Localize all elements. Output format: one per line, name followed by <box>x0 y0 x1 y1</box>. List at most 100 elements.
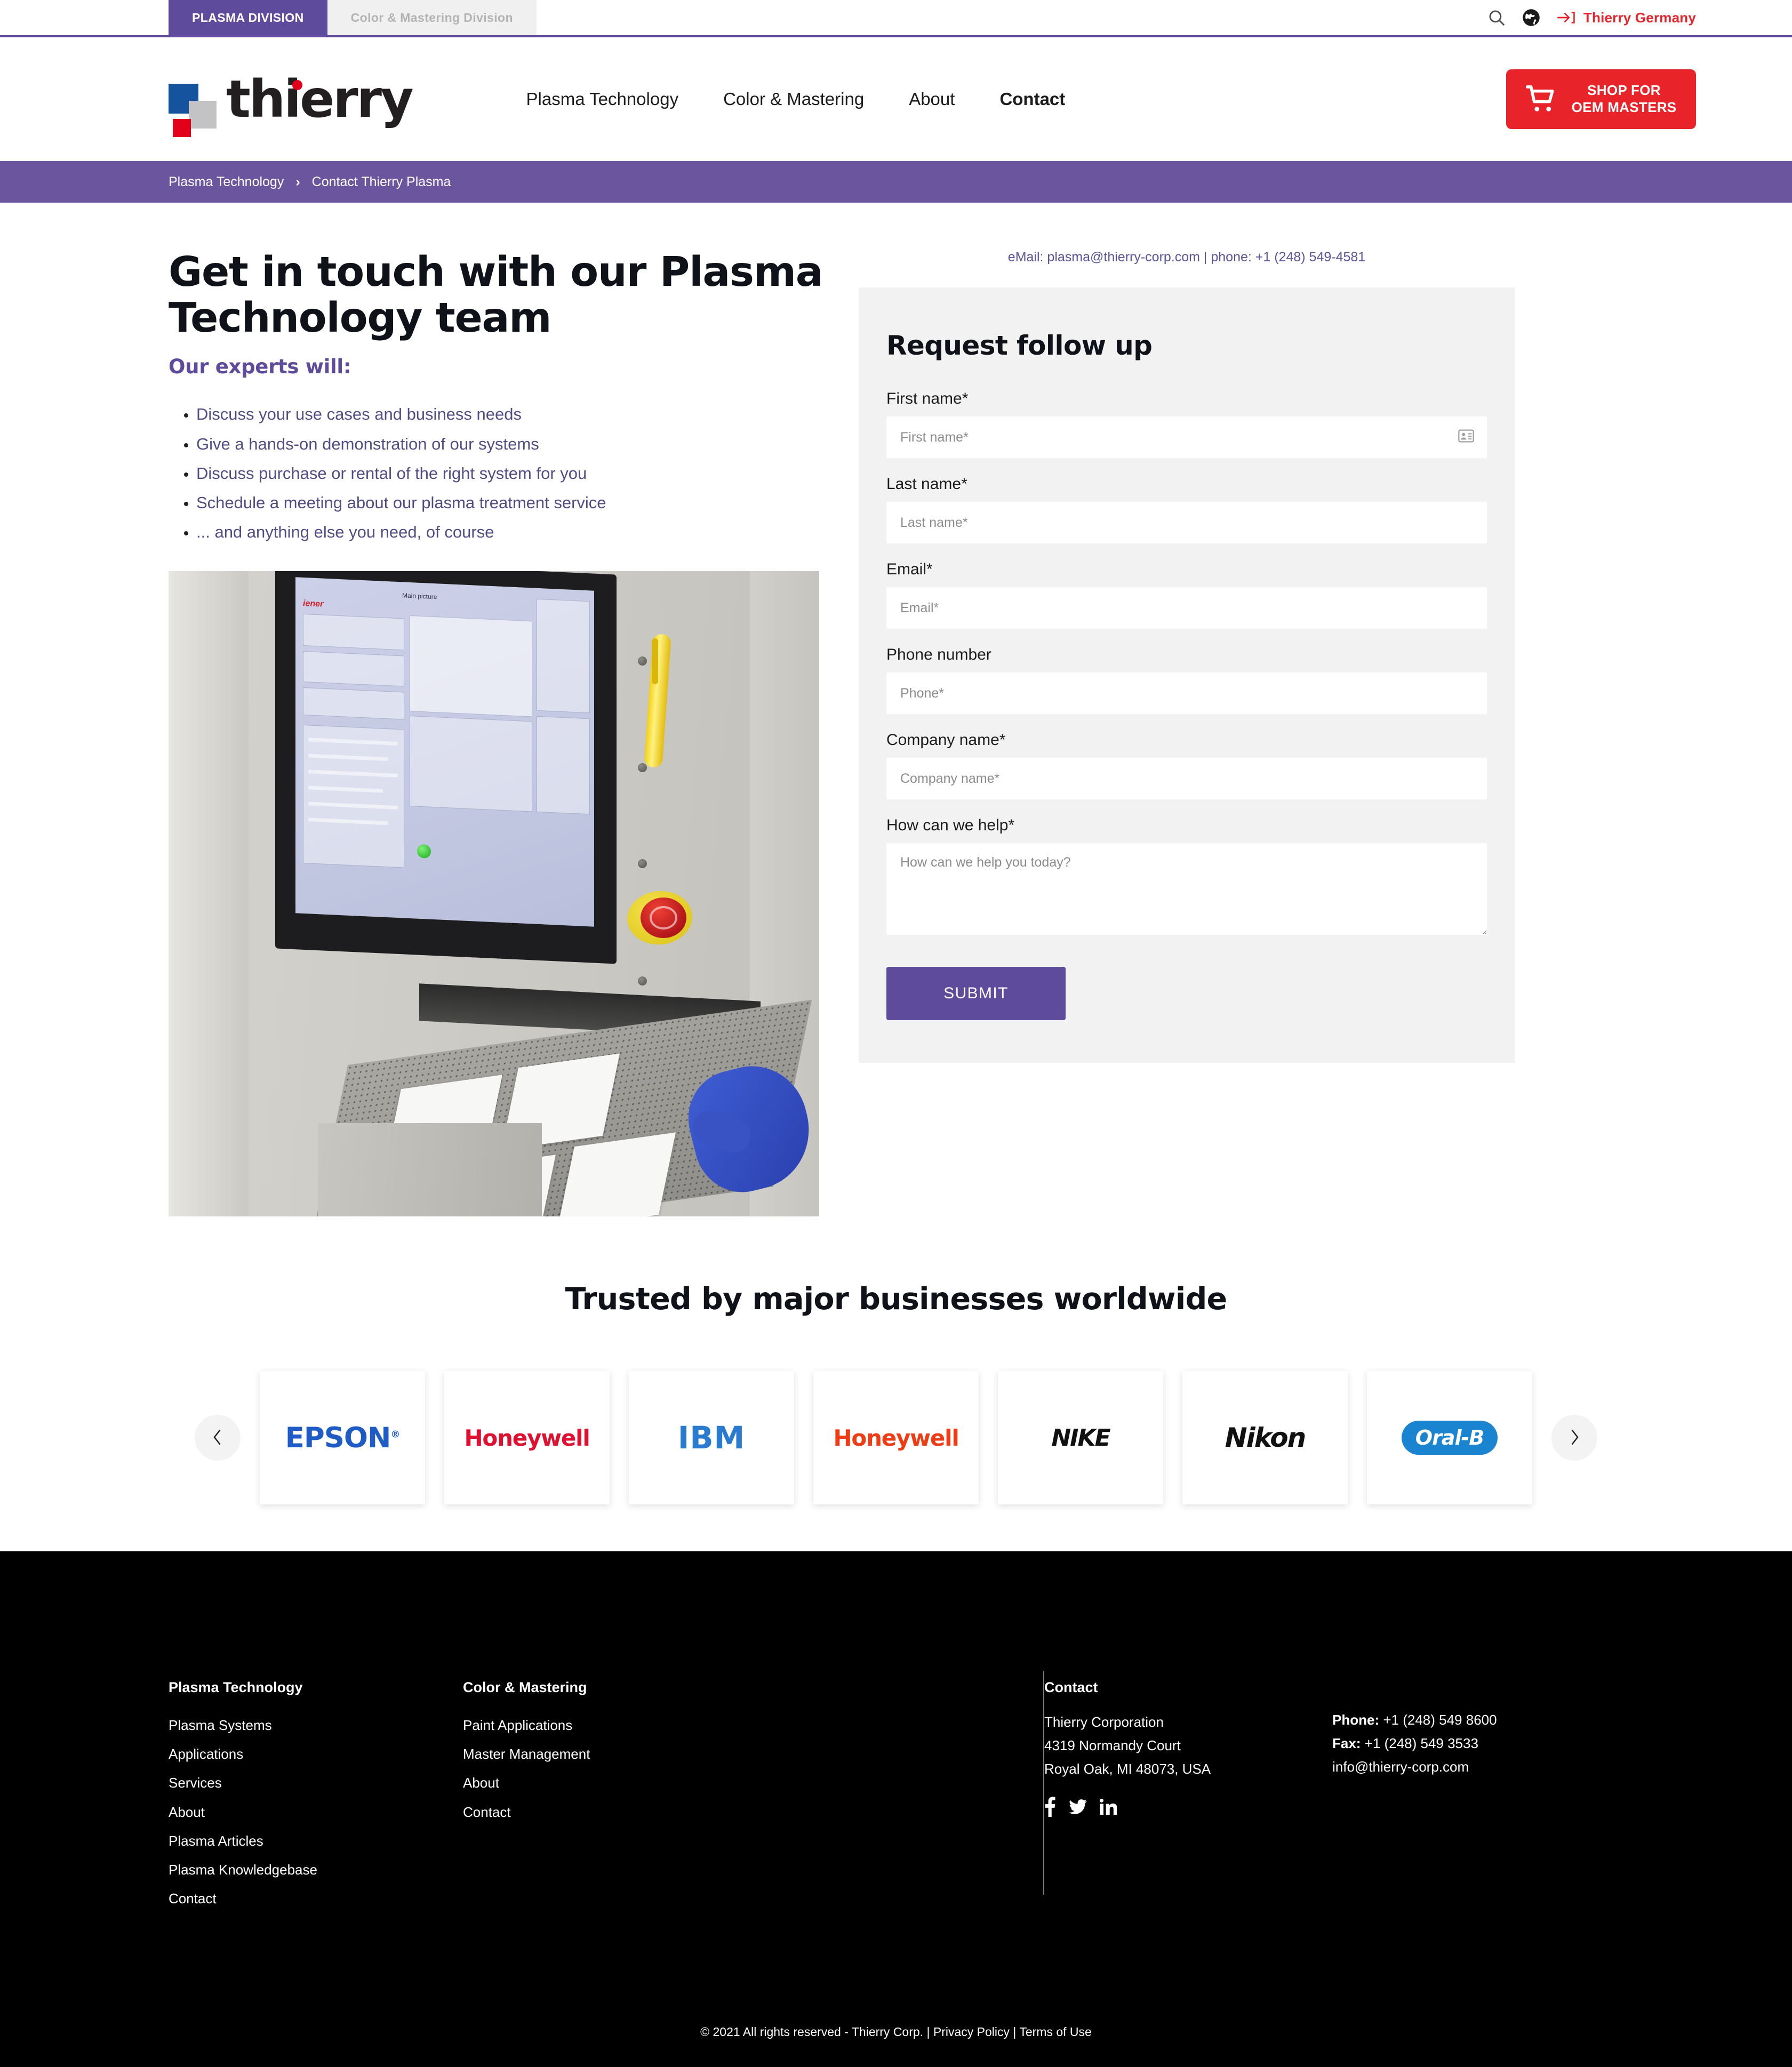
field-group-message: How can we help* <box>886 816 1487 935</box>
email-label: Email* <box>886 560 933 578</box>
footer-link-contact[interactable]: Contact <box>169 1884 463 1913</box>
list-item: Discuss purchase or rental of the right … <box>196 459 825 488</box>
footer-link-paint-applications[interactable]: Paint Applications <box>463 1711 1044 1740</box>
message-textarea[interactable] <box>886 843 1487 935</box>
footer-link-about[interactable]: About <box>169 1798 463 1826</box>
list-item: Give a hands-on demonstration of our sys… <box>196 429 825 459</box>
footer-link-applications[interactable]: Applications <box>169 1740 463 1768</box>
footer-column-color-mastering: Color & Mastering Paint Applications Mas… <box>463 1679 1044 1913</box>
facebook-icon[interactable] <box>1044 1797 1056 1817</box>
page-title: Get in touch with our Plasma Technology … <box>169 249 823 342</box>
list-item: Discuss your use cases and business need… <box>196 399 825 429</box>
footer-phone-value: +1 (248) 549 8600 <box>1383 1712 1497 1728</box>
shopping-cart-icon <box>1525 84 1558 115</box>
twitter-icon[interactable] <box>1069 1799 1087 1815</box>
footer-email[interactable]: info@thierry-corp.com <box>1332 1756 1599 1779</box>
company-input[interactable] <box>886 758 1487 799</box>
login-link[interactable]: Thierry Germany <box>1557 10 1696 26</box>
top-division-bar: PLASMA DIVISION Color & Mastering Divisi… <box>0 0 1792 37</box>
topbar-utilities: Thierry Germany <box>1487 0 1696 35</box>
division-tab-plasma[interactable]: PLASMA DIVISION <box>169 0 327 35</box>
field-group-phone: Phone number <box>886 646 1487 714</box>
carousel-next-button[interactable] <box>1551 1415 1597 1461</box>
chevron-right-icon <box>1567 1429 1581 1447</box>
nav-item-contact[interactable]: Contact <box>977 89 1087 109</box>
footer-column-plasma-technology: Plasma Technology Plasma Systems Applica… <box>169 1679 463 1913</box>
form-heading: Request follow up <box>886 330 1153 361</box>
main-content: Get in touch with our Plasma Technology … <box>0 203 1792 1217</box>
trusted-by-section: Trusted by major businesses worldwide EP… <box>0 1216 1792 1551</box>
shop-button-line2: OEM MASTERS <box>1571 99 1677 115</box>
logo-card-honeywell-1[interactable]: Honeywell <box>444 1371 610 1505</box>
logo-card-honeywell-2[interactable]: Honeywell <box>813 1371 979 1505</box>
field-group-first-name: First name* <box>886 390 1487 458</box>
breadcrumb-item-current: Contact Thierry Plasma <box>311 174 451 189</box>
shop-for-oem-masters-button[interactable]: SHOP FOR OEM MASTERS <box>1506 69 1696 129</box>
shop-button-line1: SHOP FOR <box>1587 82 1661 99</box>
footer-link-plasma-knowledgebase[interactable]: Plasma Knowledgebase <box>169 1855 463 1884</box>
footer-link-master-management[interactable]: Master Management <box>463 1740 1044 1768</box>
oralb-logo: Oral-B <box>1401 1421 1498 1455</box>
machine-hmi-screen: Main picture iener <box>295 577 594 927</box>
trusted-by-heading: Trusted by major businesses worldwide <box>565 1281 1228 1317</box>
footer-fax-label: Fax: <box>1332 1735 1361 1751</box>
honeywell-logo: Honeywell <box>833 1424 959 1451</box>
field-group-last-name: Last name* <box>886 475 1487 543</box>
main-navigation: Plasma Technology Color & Mastering Abou… <box>504 89 1088 109</box>
terms-of-use-link[interactable]: Terms of Use <box>1019 2025 1091 2039</box>
last-name-label: Last name* <box>886 475 967 493</box>
list-item: Schedule a meeting about our plasma trea… <box>196 488 825 517</box>
footer-link-about-cm[interactable]: About <box>463 1768 1044 1797</box>
phone-label: Phone number <box>886 646 991 663</box>
footer-address: Thierry Corporation 4319 Normandy Court … <box>1044 1711 1332 1781</box>
nav-item-color-mastering[interactable]: Color & Mastering <box>701 89 886 109</box>
company-label: Company name* <box>886 731 1006 749</box>
ibm-logo: IBM <box>677 1420 746 1456</box>
copyright-bar: © 2021 All rights reserved - Thierry Cor… <box>169 2004 1623 2067</box>
carousel-prev-button[interactable] <box>195 1415 241 1461</box>
division-tabs: PLASMA DIVISION Color & Mastering Divisi… <box>169 0 537 35</box>
contact-card-icon[interactable] <box>1458 429 1474 446</box>
breadcrumb-item-plasma-technology[interactable]: Plasma Technology <box>169 174 284 190</box>
globe-icon[interactable] <box>1522 8 1541 27</box>
footer-divider <box>1043 1671 1044 1895</box>
phone-input[interactable] <box>886 672 1487 714</box>
logo-squares-icon <box>169 68 225 137</box>
logo-card-nikon[interactable]: Nikon <box>1182 1371 1348 1505</box>
footer-column-contact-address: Contact Thierry Corporation 4319 Normand… <box>1044 1679 1332 1913</box>
logo-card-epson[interactable]: EPSON® <box>260 1371 425 1505</box>
nav-item-plasma-technology[interactable]: Plasma Technology <box>504 89 701 109</box>
footer-link-plasma-articles[interactable]: Plasma Articles <box>169 1826 463 1855</box>
site-logo[interactable]: thierry <box>169 68 414 137</box>
experts-subtitle: Our experts will: <box>169 355 351 379</box>
footer-link-plasma-systems[interactable]: Plasma Systems <box>169 1711 463 1740</box>
logo-wordmark: thierry <box>226 74 414 125</box>
logo-card-oralb[interactable]: Oral-B <box>1367 1371 1532 1505</box>
footer-link-services[interactable]: Services <box>169 1768 463 1797</box>
footer-phone-label: Phone: <box>1332 1712 1380 1728</box>
submit-button[interactable]: SUBMIT <box>886 967 1066 1020</box>
last-name-input[interactable] <box>886 502 1487 543</box>
division-tab-color-mastering[interactable]: Color & Mastering Division <box>327 0 537 35</box>
first-name-input[interactable] <box>886 416 1487 458</box>
search-icon[interactable] <box>1487 9 1506 27</box>
field-group-company: Company name* <box>886 731 1487 799</box>
nav-item-about[interactable]: About <box>886 89 977 109</box>
division-tab-plasma-label: PLASMA DIVISION <box>192 10 304 25</box>
request-follow-up-form: Request follow up First name* First name… <box>859 287 1515 1063</box>
shop-button-label: SHOP FOR OEM MASTERS <box>1572 82 1677 116</box>
nike-logo: NIKE <box>1051 1424 1110 1452</box>
footer-fax-row: Fax: +1 (248) 549 3533 <box>1332 1732 1599 1756</box>
logo-text: thierry <box>226 69 414 129</box>
email-input[interactable] <box>886 587 1487 629</box>
linkedin-icon[interactable] <box>1100 1799 1117 1815</box>
footer-street: 4319 Normandy Court <box>1044 1737 1181 1753</box>
breadcrumb: Plasma Technology › Contact Thierry Plas… <box>0 161 1792 203</box>
logo-carousel: EPSON® Honeywell IBM Honeywell NIKE Niko… <box>0 1371 1792 1551</box>
contact-email-phone-line[interactable]: eMail: plasma@thierry-corp.com | phone: … <box>859 250 1515 265</box>
footer-link-contact-cm[interactable]: Contact <box>463 1798 1044 1826</box>
logo-card-nike[interactable]: NIKE <box>998 1371 1163 1505</box>
privacy-policy-link[interactable]: Privacy Policy <box>933 2025 1010 2039</box>
logo-card-ibm[interactable]: IBM <box>629 1371 794 1505</box>
copyright-separator: | <box>1013 2024 1017 2039</box>
